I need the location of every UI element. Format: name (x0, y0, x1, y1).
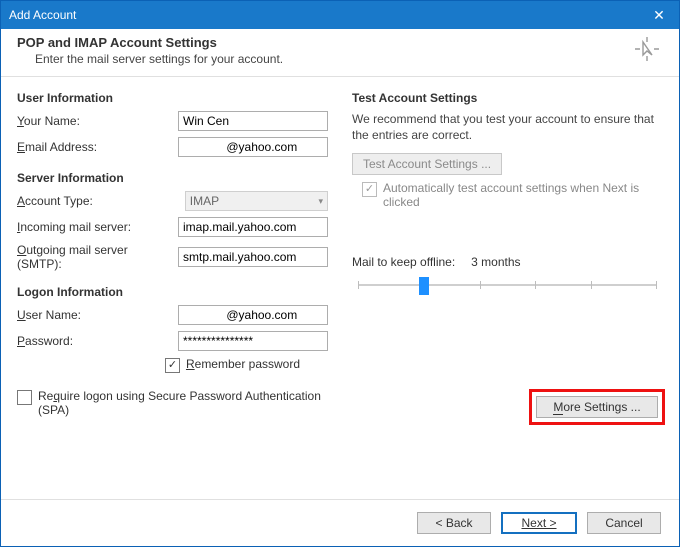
remember-password-checkbox[interactable] (165, 358, 180, 373)
test-settings-heading: Test Account Settings (352, 91, 663, 105)
outgoing-row: Outgoing mail server (SMTP): (17, 243, 328, 271)
outgoing-server-input[interactable] (178, 247, 328, 267)
window-title: Add Account (9, 8, 639, 22)
mail-offline-section: Mail to keep offline: 3 months (352, 255, 663, 295)
your-name-row: Your Name: (17, 111, 328, 131)
wizard-header: POP and IMAP Account Settings Enter the … (1, 29, 679, 70)
titlebar: Add Account ✕ (1, 1, 679, 29)
auto-test-checkbox (362, 182, 377, 197)
password-row: Password: (17, 331, 328, 351)
cancel-button[interactable]: Cancel (587, 512, 661, 534)
username-label: User Name: (17, 308, 172, 322)
chevron-down-icon: ▾ (318, 196, 323, 207)
your-name-label: Your Name: (17, 114, 172, 128)
more-settings-button[interactable]: More Settings ... (536, 396, 658, 418)
spa-checkbox[interactable] (17, 390, 32, 405)
logon-heading: Logon Information (17, 285, 328, 299)
left-column: User Information Your Name: Email Addres… (17, 91, 328, 499)
add-account-window: Add Account ✕ POP and IMAP Account Setti… (0, 0, 680, 547)
wizard-footer: < Back Next > Cancel (1, 499, 679, 546)
password-label: Password: (17, 334, 172, 348)
server-info-heading: Server Information (17, 171, 328, 185)
mail-offline-slider[interactable] (352, 275, 663, 295)
mail-offline-value: 3 months (471, 255, 520, 269)
password-input[interactable] (178, 331, 328, 351)
account-type-label: Account Type: (17, 194, 179, 208)
spa-row: Require logon using Secure Password Auth… (17, 389, 328, 417)
auto-test-row: Automatically test account settings when… (362, 181, 663, 209)
page-title: POP and IMAP Account Settings (17, 35, 663, 50)
email-label: Email Address: (17, 140, 172, 154)
test-account-settings-button: Test Account Settings ... (352, 153, 502, 175)
remember-password-label: Remember password (186, 357, 300, 371)
incoming-server-input[interactable] (178, 217, 328, 237)
username-row: User Name: (17, 305, 328, 325)
user-info-heading: User Information (17, 91, 328, 105)
close-button[interactable]: ✕ (639, 1, 679, 29)
mail-offline-label-row: Mail to keep offline: 3 months (352, 255, 663, 269)
remember-password-row: Remember password (137, 357, 328, 373)
close-icon: ✕ (653, 7, 665, 24)
slider-tick (535, 281, 536, 289)
right-column: Test Account Settings We recommend that … (352, 91, 663, 499)
account-type-value: IMAP (190, 194, 219, 208)
mail-offline-label: Mail to keep offline: (352, 255, 455, 269)
slider-track (358, 284, 657, 286)
slider-tick (591, 281, 592, 289)
incoming-label: Incoming mail server: (17, 220, 172, 234)
incoming-row: Incoming mail server: (17, 217, 328, 237)
slider-tick (480, 281, 481, 289)
slider-tick (656, 281, 657, 289)
back-button[interactable]: < Back (417, 512, 491, 534)
slider-tick (358, 281, 359, 289)
slider-thumb[interactable] (419, 277, 429, 295)
spa-label: Require logon using Secure Password Auth… (38, 389, 328, 417)
email-input[interactable] (178, 137, 328, 157)
wizard-body: User Information Your Name: Email Addres… (1, 77, 679, 499)
account-type-row: Account Type: IMAP ▾ (17, 191, 328, 211)
auto-test-label: Automatically test account settings when… (383, 181, 663, 209)
more-settings-highlight: More Settings ... (529, 389, 665, 425)
next-button[interactable]: Next > (501, 512, 577, 534)
your-name-input[interactable] (178, 111, 328, 131)
outgoing-label: Outgoing mail server (SMTP): (17, 243, 172, 271)
cursor-arrow-icon (633, 35, 661, 66)
username-input[interactable] (178, 305, 328, 325)
email-row: Email Address: (17, 137, 328, 157)
page-subtitle: Enter the mail server settings for your … (35, 52, 663, 66)
test-settings-desc: We recommend that you test your account … (352, 111, 663, 143)
account-type-select: IMAP ▾ (185, 191, 328, 211)
